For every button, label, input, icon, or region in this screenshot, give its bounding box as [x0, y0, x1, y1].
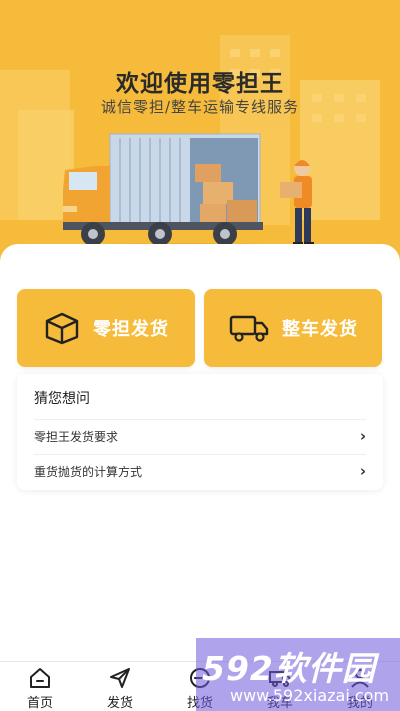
ltl-shipping-button[interactable]: 零担发货	[17, 289, 195, 367]
tab-send-label: 发货	[106, 696, 133, 711]
hero-banner: 欢迎使用零担王 诚信零担/整车运输专线服务	[0, 0, 400, 270]
watermark-brand: 592软件园	[202, 649, 376, 688]
ltl-shipping-label: 零担发货	[93, 319, 169, 340]
faq-item[interactable]: 重货抛货的计算方式 ›	[34, 454, 366, 488]
faq-card: 猜您想问 零担王发货要求 › 重货抛货的计算方式 ›	[17, 374, 383, 490]
chevron-right-icon: ›	[359, 427, 366, 445]
tab-home[interactable]: 首页	[0, 662, 80, 711]
send-icon	[110, 668, 130, 688]
box-icon	[45, 312, 79, 345]
hero-title: 欢迎使用零担王	[116, 71, 284, 97]
tab-send[interactable]: 发货	[80, 662, 160, 711]
faq-item[interactable]: 零担王发货要求 ›	[34, 419, 366, 453]
faq-item-label: 零担王发货要求	[34, 430, 119, 444]
watermark-url: www.592xiazai.com	[230, 686, 390, 705]
tab-home-label: 首页	[26, 696, 53, 711]
truck-icon	[229, 315, 269, 342]
watermark: 592软件园 www.592xiazai.com	[196, 638, 400, 711]
ftl-shipping-button[interactable]: 整车发货	[204, 289, 382, 367]
ftl-shipping-label: 整车发货	[282, 319, 358, 340]
truck-illustration	[55, 133, 315, 253]
chevron-right-icon: ›	[359, 462, 366, 480]
hero-subtitle: 诚信零担/整车运输专线服务	[100, 98, 300, 116]
home-icon	[30, 668, 50, 688]
faq-title: 猜您想问	[34, 391, 90, 407]
faq-item-label: 重货抛货的计算方式	[34, 465, 143, 479]
